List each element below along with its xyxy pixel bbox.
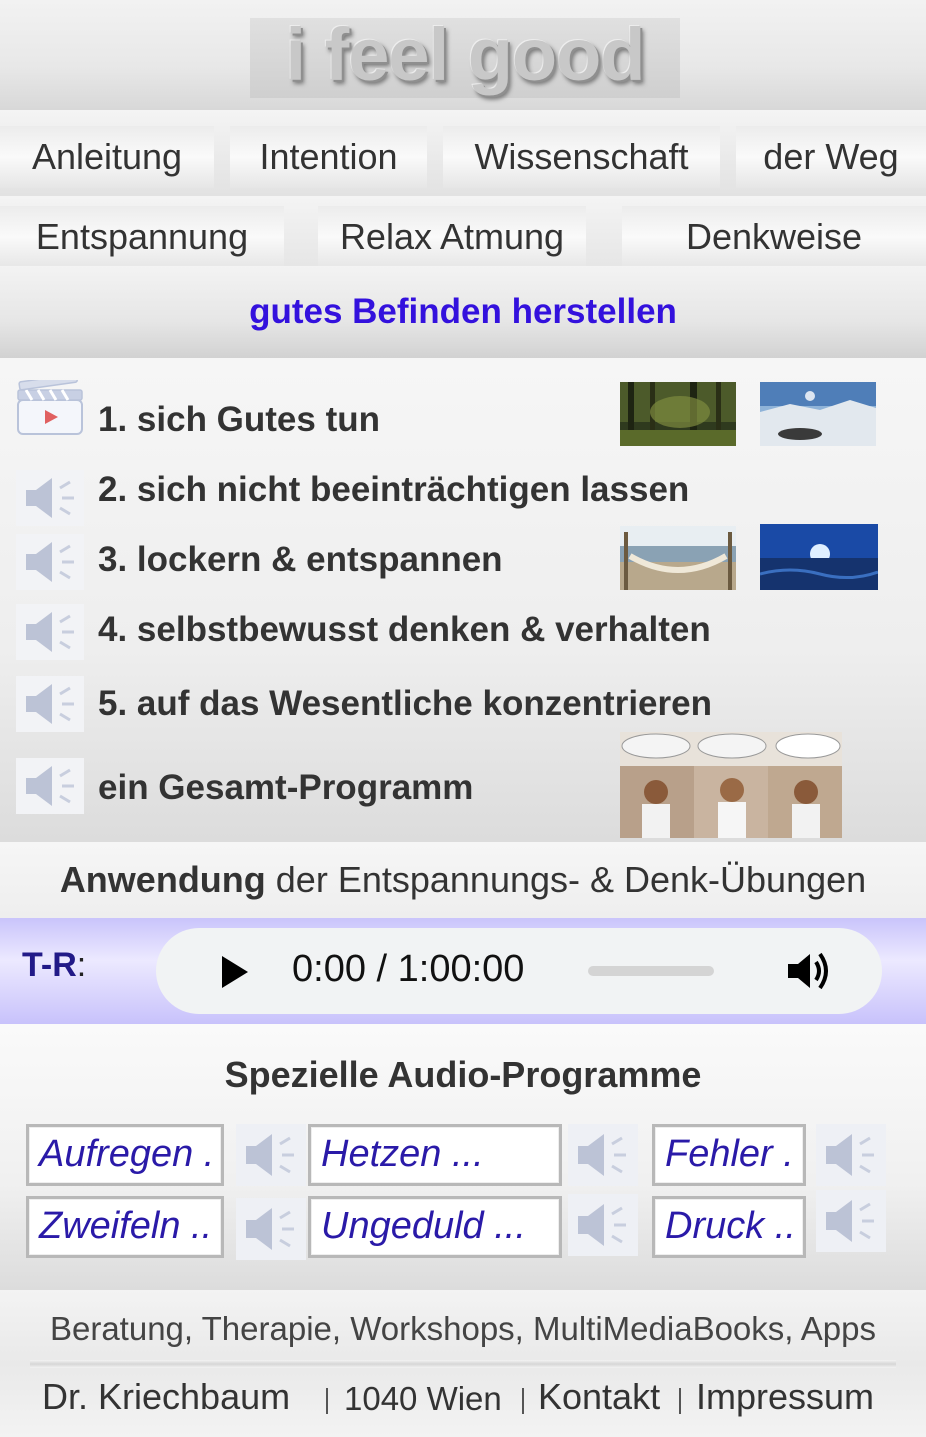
footer-link-impressum[interactable]: Impressum (696, 1376, 874, 1418)
hammock-thumbnail[interactable] (620, 526, 736, 590)
audio-zweifeln-button[interactable]: Zweifeln .. (26, 1196, 224, 1258)
play-icon[interactable] (214, 952, 254, 992)
footer-link-name[interactable]: Dr. Kriechbaum (42, 1376, 290, 1418)
nav-anleitung[interactable]: Anleitung (0, 126, 214, 188)
footer-services: Beratung, Therapie, Workshops, MultiMedi… (49, 1310, 877, 1347)
player-label-suffix: : (76, 946, 87, 984)
audio-player-bar: T-R: 0:00 / 1:00:00 (0, 918, 926, 1024)
footer-divider (30, 1360, 896, 1368)
nav-denkweise[interactable]: Denkweise (622, 206, 926, 268)
nav-der-weg[interactable]: der Weg (736, 126, 926, 188)
anwendung-heading: Anwendung der Entspannungs- & Denk-Übung… (0, 842, 926, 918)
volume-icon[interactable] (784, 948, 832, 994)
audio-aufregen-button[interactable]: Aufregen . (26, 1124, 224, 1186)
item-3-label[interactable]: 3. lockern & entspannen (98, 540, 503, 580)
audio-programs-title: Spezielle Audio-Programme (224, 1054, 702, 1095)
speaker-icon[interactable] (16, 676, 84, 732)
footer-separator (679, 1388, 681, 1414)
speaker-icon[interactable] (568, 1124, 638, 1186)
speaker-icon[interactable] (816, 1190, 886, 1252)
forest-thumbnail[interactable] (620, 382, 736, 446)
audio-druck-button[interactable]: Druck .. (652, 1196, 806, 1258)
list-item: 5. auf das Wesentliche konzentrieren (0, 676, 926, 736)
footer-links: Dr. Kriechbaum 1040 Wien Kontakt Impress… (0, 1376, 926, 1422)
snow-thumbnail[interactable] (760, 382, 876, 446)
item-6-label[interactable]: ein Gesamt-Programm (98, 768, 473, 808)
program-list: 1. sich Gutes tun 2. sich nicht beeinträ… (0, 358, 926, 842)
video-clapper-icon[interactable] (16, 380, 84, 436)
speaker-icon[interactable] (236, 1124, 306, 1186)
nav-row-1: Anleitung Intention Wissenschaft der Weg (0, 110, 926, 196)
ocean-thumbnail[interactable] (760, 524, 878, 590)
footer-link-address[interactable]: 1040 Wien (344, 1380, 502, 1418)
item-5-label[interactable]: 5. auf das Wesentliche konzentrieren (98, 684, 712, 724)
anwendung-bold: Anwendung (59, 859, 266, 900)
nav-row-2: Entspannung Relax Atmung Denkweise (0, 196, 926, 268)
item-2-label[interactable]: 2. sich nicht beeinträchtigen lassen (98, 470, 689, 510)
nav-relax-atmung[interactable]: Relax Atmung (318, 206, 586, 268)
speaker-icon[interactable] (16, 534, 84, 590)
list-item: 4. selbstbewusst denken & verhalten (0, 604, 926, 664)
player-label-bold: T-R (22, 946, 77, 984)
player-label: T-R: (22, 946, 86, 985)
player-time: 0:00 / 1:00:00 (292, 948, 525, 990)
speaker-icon[interactable] (816, 1124, 886, 1186)
nav-wissenschaft[interactable]: Wissenschaft (443, 126, 720, 188)
progress-slider[interactable] (588, 966, 714, 976)
nav-entspannung[interactable]: Entspannung (0, 206, 284, 268)
nav-intention[interactable]: Intention (230, 126, 427, 188)
speaker-icon[interactable] (16, 604, 84, 660)
women-collage-thumbnail[interactable] (620, 732, 842, 838)
footer-separator (522, 1388, 524, 1414)
audio-player: 0:00 / 1:00:00 (156, 928, 882, 1014)
subtitle-bar: gutes Befinden herstellen (0, 266, 926, 358)
speaker-icon[interactable] (236, 1198, 306, 1260)
audio-ungeduld-button[interactable]: Ungeduld ... (308, 1196, 562, 1258)
audio-hetzen-button[interactable]: Hetzen ... (308, 1124, 562, 1186)
site-logo[interactable]: i feel good (250, 12, 680, 97)
anwendung-rest: der Entspannungs- & Denk-Übungen (265, 859, 867, 900)
logo-bar: i feel good (0, 0, 926, 110)
footer: Beratung, Therapie, Workshops, MultiMedi… (0, 1290, 926, 1437)
audio-programs-section: Spezielle Audio-Programme Aufregen . Het… (0, 1024, 926, 1290)
speaker-icon[interactable] (568, 1194, 638, 1256)
item-1-label[interactable]: 1. sich Gutes tun (98, 400, 380, 440)
page-subtitle: gutes Befinden herstellen (249, 292, 677, 331)
footer-separator (326, 1388, 328, 1414)
item-4-label[interactable]: 4. selbstbewusst denken & verhalten (98, 610, 711, 650)
speaker-icon[interactable] (16, 470, 84, 526)
speaker-icon[interactable] (16, 758, 84, 814)
list-item: 2. sich nicht beeinträchtigen lassen (0, 466, 926, 526)
audio-fehler-button[interactable]: Fehler . (652, 1124, 806, 1186)
footer-link-kontakt[interactable]: Kontakt (538, 1376, 660, 1418)
